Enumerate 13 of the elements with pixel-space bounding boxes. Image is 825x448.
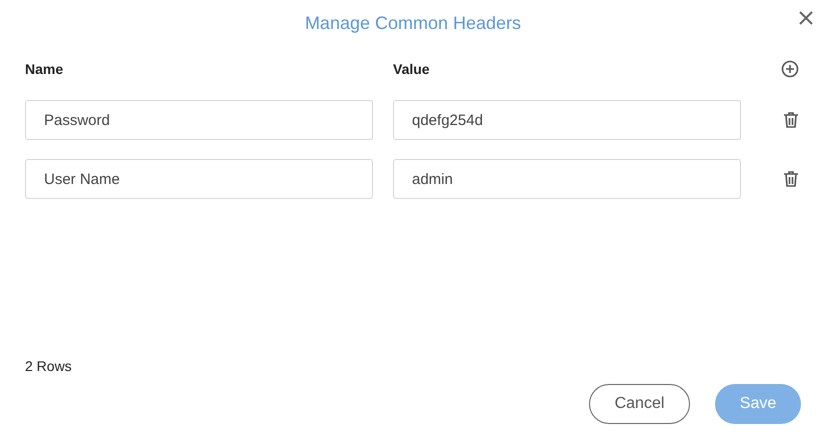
name-field[interactable]: Password <box>25 100 373 140</box>
add-icon[interactable] <box>781 60 799 78</box>
value-field[interactable]: admin <box>393 159 741 199</box>
column-header: Name <box>25 61 64 77</box>
close-icon[interactable] <box>799 11 813 25</box>
value-field[interactable]: qdefg254d <box>393 100 741 140</box>
cancel-button[interactable]: Cancel <box>589 384 690 424</box>
row-count: 2 Rows <box>25 358 72 374</box>
delete-icon[interactable] <box>783 111 799 129</box>
name-field[interactable]: User Name <box>25 159 373 199</box>
dialog-title: Manage Common Headers <box>304 12 522 35</box>
column-header: Value <box>393 61 431 77</box>
delete-icon[interactable] <box>783 170 799 188</box>
